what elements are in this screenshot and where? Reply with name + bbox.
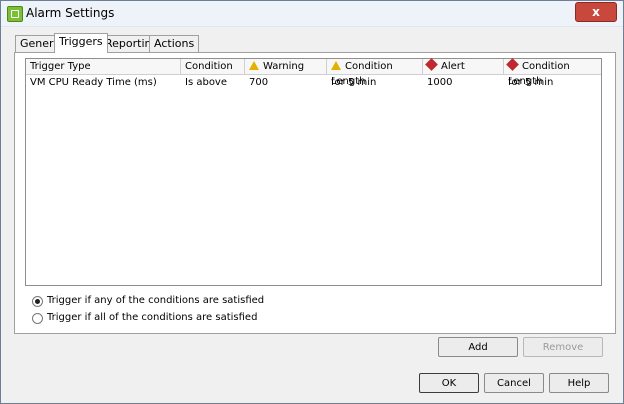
header-alert[interactable]: Alert [423,58,504,74]
triggers-table: Trigger Type Condition Warning Condition… [25,58,602,286]
header-trigger-type[interactable]: Trigger Type [26,59,181,74]
cancel-button[interactable]: Cancel [484,373,544,393]
remove-button[interactable]: Remove [523,337,603,357]
table-header: Trigger Type Condition Warning Condition… [26,58,601,87]
trigger-all-label: Trigger if all of the conditions are sat… [47,312,258,323]
alert-icon [425,58,438,71]
trigger-any-radio[interactable] [32,296,43,307]
warning-icon [249,61,259,70]
alarm-settings-dialog: Alarm Settings x General Triggers Report… [0,0,624,404]
cell-alert-condition-length: for 5 min [508,77,554,88]
header-warning[interactable]: Warning [245,59,327,74]
trigger-any-label: Trigger if any of the conditions are sat… [47,295,265,306]
header-alert-condition-length[interactable]: Condition Length [504,58,601,87]
close-button[interactable]: x [575,2,617,22]
help-button[interactable]: Help [549,373,609,393]
cell-condition: Is above [185,77,228,88]
tab-triggers[interactable]: Triggers [54,33,108,53]
cell-warning-condition-length: for 5 min [331,77,377,88]
ok-button[interactable]: OK [419,373,479,393]
title-bar: Alarm Settings x [1,1,623,27]
cell-trigger-type: VM CPU Ready Time (ms) [30,77,157,88]
warning-icon [331,61,341,70]
window-title: Alarm Settings [26,6,115,20]
trigger-all-radio[interactable] [32,313,43,324]
header-warning-condition-length[interactable]: Condition Length [327,59,423,87]
triggers-panel: Trigger Type Condition Warning Condition… [14,52,616,357]
alert-icon [506,58,519,71]
app-icon [7,6,23,22]
add-button[interactable]: Add [438,337,518,357]
tab-actions[interactable]: Actions [149,35,200,52]
header-condition[interactable]: Condition [181,59,245,74]
cell-warning-value: 700 [249,77,269,88]
table-row[interactable]: VM CPU Ready Time (ms) Is above 700 for … [26,76,601,90]
cell-alert-value: 1000 [427,77,453,88]
